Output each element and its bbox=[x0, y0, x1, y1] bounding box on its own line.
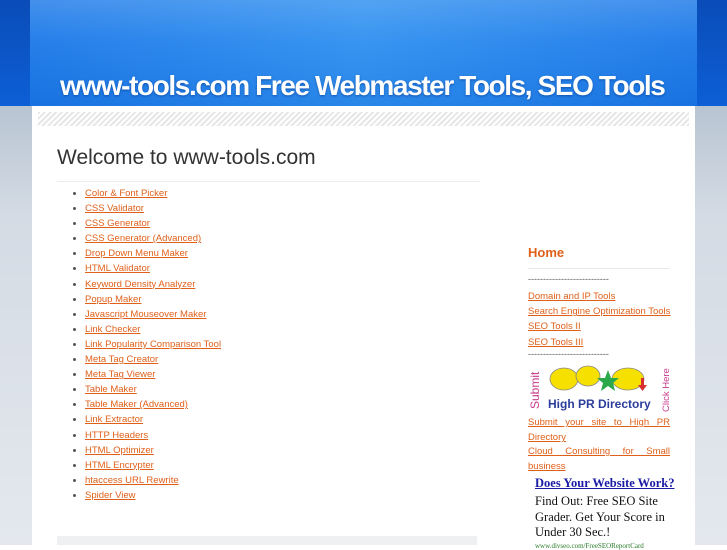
ad-title-link[interactable]: Does Your Website Work? bbox=[535, 476, 675, 491]
list-item: Javascript Mouseover Maker bbox=[85, 307, 221, 322]
side-band-right bbox=[695, 106, 727, 545]
site-title[interactable]: www-tools.com Free Webmaster Tools, SEO … bbox=[60, 70, 666, 102]
tool-link-color-font-picker[interactable]: Color & Font Picker bbox=[85, 188, 167, 199]
list-item: HTML Encrypter bbox=[85, 458, 221, 473]
list-item: Table Maker bbox=[85, 382, 221, 397]
tool-link-link-checker[interactable]: Link Checker bbox=[85, 324, 140, 335]
list-item: htaccess URL Rewrite bbox=[85, 473, 221, 488]
text-ad: Does Your Website Work? Find Out: Free S… bbox=[535, 476, 675, 550]
tool-link-html-validator[interactable]: HTML Validator bbox=[85, 263, 150, 274]
sidebar-separator-bottom: --------------------------- bbox=[528, 349, 609, 359]
tool-link-link-extractor[interactable]: Link Extractor bbox=[85, 414, 143, 425]
tool-link-javascript-mouseover-maker[interactable]: Javascript Mouseover Maker bbox=[85, 309, 206, 320]
tool-link-css-generator-advanced[interactable]: CSS Generator (Advanced) bbox=[85, 233, 201, 244]
list-item: CSS Generator (Advanced) bbox=[85, 231, 221, 246]
tool-link-popup-maker[interactable]: Popup Maker bbox=[85, 294, 142, 305]
list-item: Popup Maker bbox=[85, 292, 221, 307]
list-item: CSS Generator bbox=[85, 216, 221, 231]
sidebar-item: SEO Tools II bbox=[528, 319, 670, 334]
banner-click-here-text: Click Here bbox=[661, 368, 672, 412]
tool-link-meta-tag-creator[interactable]: Meta Tag Creator bbox=[85, 354, 158, 365]
cloud-consulting-block: Cloud Consulting for Small business bbox=[528, 444, 670, 474]
tool-link-html-optimizer[interactable]: HTML Optimizer bbox=[85, 445, 154, 456]
sidebar-link-seo-tools[interactable]: Search Engine Optimization Tools bbox=[528, 306, 670, 317]
cloud-consulting-link[interactable]: Cloud Consulting for Small business bbox=[528, 446, 670, 472]
high-pr-directory-banner[interactable]: Submit High PR Directory Click Here bbox=[528, 362, 672, 412]
tool-link-html-encrypter[interactable]: HTML Encrypter bbox=[85, 460, 154, 471]
tool-link-spider-view[interactable]: Spider View bbox=[85, 490, 136, 501]
sidebar-link-domain-ip-tools[interactable]: Domain and IP Tools bbox=[528, 291, 615, 302]
banner-caption: Submit your site to High PR Directory bbox=[528, 415, 670, 445]
list-item: Color & Font Picker bbox=[85, 186, 221, 201]
tool-link-meta-tag-viewer[interactable]: Meta Tag Viewer bbox=[85, 369, 155, 380]
page-title: Welcome to www-tools.com bbox=[57, 146, 316, 169]
submit-high-pr-link[interactable]: Submit your site to High PR Directory bbox=[528, 417, 670, 443]
tools-list: Color & Font Picker CSS Validator CSS Ge… bbox=[59, 186, 221, 503]
globe-icon bbox=[575, 365, 601, 387]
sidebar-link-seo-tools-ii[interactable]: SEO Tools II bbox=[528, 321, 581, 332]
sidebar-item: Domain and IP Tools bbox=[528, 289, 670, 304]
tool-link-http-headers[interactable]: HTTP Headers bbox=[85, 430, 148, 441]
tool-link-htaccess-url-rewrite[interactable]: htaccess URL Rewrite bbox=[85, 475, 179, 486]
hatched-divider bbox=[38, 112, 689, 126]
tool-link-link-popularity[interactable]: Link Popularity Comparison Tool bbox=[85, 339, 221, 350]
list-item: Meta Tag Viewer bbox=[85, 367, 221, 382]
content-footer-strip bbox=[57, 536, 477, 545]
tool-link-drop-down-menu-maker[interactable]: Drop Down Menu Maker bbox=[85, 248, 188, 259]
list-item: Link Popularity Comparison Tool bbox=[85, 337, 221, 352]
site-header: www-tools.com Free Webmaster Tools, SEO … bbox=[0, 0, 727, 106]
sidebar-home-link[interactable]: Home bbox=[528, 245, 564, 260]
list-item: Keyword Density Analyzer bbox=[85, 277, 221, 292]
sidebar-item: SEO Tools III bbox=[528, 335, 670, 350]
list-item: HTML Optimizer bbox=[85, 443, 221, 458]
tool-link-table-maker[interactable]: Table Maker bbox=[85, 384, 137, 395]
header-edge-right bbox=[697, 0, 727, 106]
list-item: Link Extractor bbox=[85, 412, 221, 427]
banner-title-text: High PR Directory bbox=[548, 397, 651, 411]
sidebar-item: Search Engine Optimization Tools bbox=[528, 304, 670, 319]
sidebar-link-seo-tools-iii[interactable]: SEO Tools III bbox=[528, 337, 583, 348]
sidebar-links: Domain and IP Tools Search Engine Optimi… bbox=[528, 289, 670, 350]
list-item: Drop Down Menu Maker bbox=[85, 246, 221, 261]
list-item: HTTP Headers bbox=[85, 428, 221, 443]
sidebar-divider bbox=[528, 268, 670, 269]
list-item: CSS Validator bbox=[85, 201, 221, 216]
tool-link-table-maker-advanced[interactable]: Table Maker (Advanced) bbox=[85, 399, 188, 410]
list-item: Meta Tag Creator bbox=[85, 352, 221, 367]
banner-submit-text: Submit bbox=[528, 371, 542, 409]
title-divider bbox=[57, 181, 480, 182]
sidebar-separator-top: --------------------------- bbox=[528, 274, 609, 284]
list-item: Table Maker (Advanced) bbox=[85, 397, 221, 412]
globe-icon bbox=[549, 367, 579, 391]
tool-link-keyword-density-analyzer[interactable]: Keyword Density Analyzer bbox=[85, 279, 195, 290]
header-edge-left bbox=[0, 0, 30, 106]
tool-link-css-generator[interactable]: CSS Generator bbox=[85, 218, 150, 229]
list-item: Spider View bbox=[85, 488, 221, 503]
ad-url[interactable]: www.divseo.com/FreeSEOReportCard bbox=[535, 542, 675, 550]
list-item: Link Checker bbox=[85, 322, 221, 337]
ad-body-text: Find Out: Free SEO Site Grader. Get Your… bbox=[535, 494, 665, 539]
list-item: HTML Validator bbox=[85, 261, 221, 276]
tool-link-css-validator[interactable]: CSS Validator bbox=[85, 203, 144, 214]
side-band-left bbox=[0, 106, 32, 545]
